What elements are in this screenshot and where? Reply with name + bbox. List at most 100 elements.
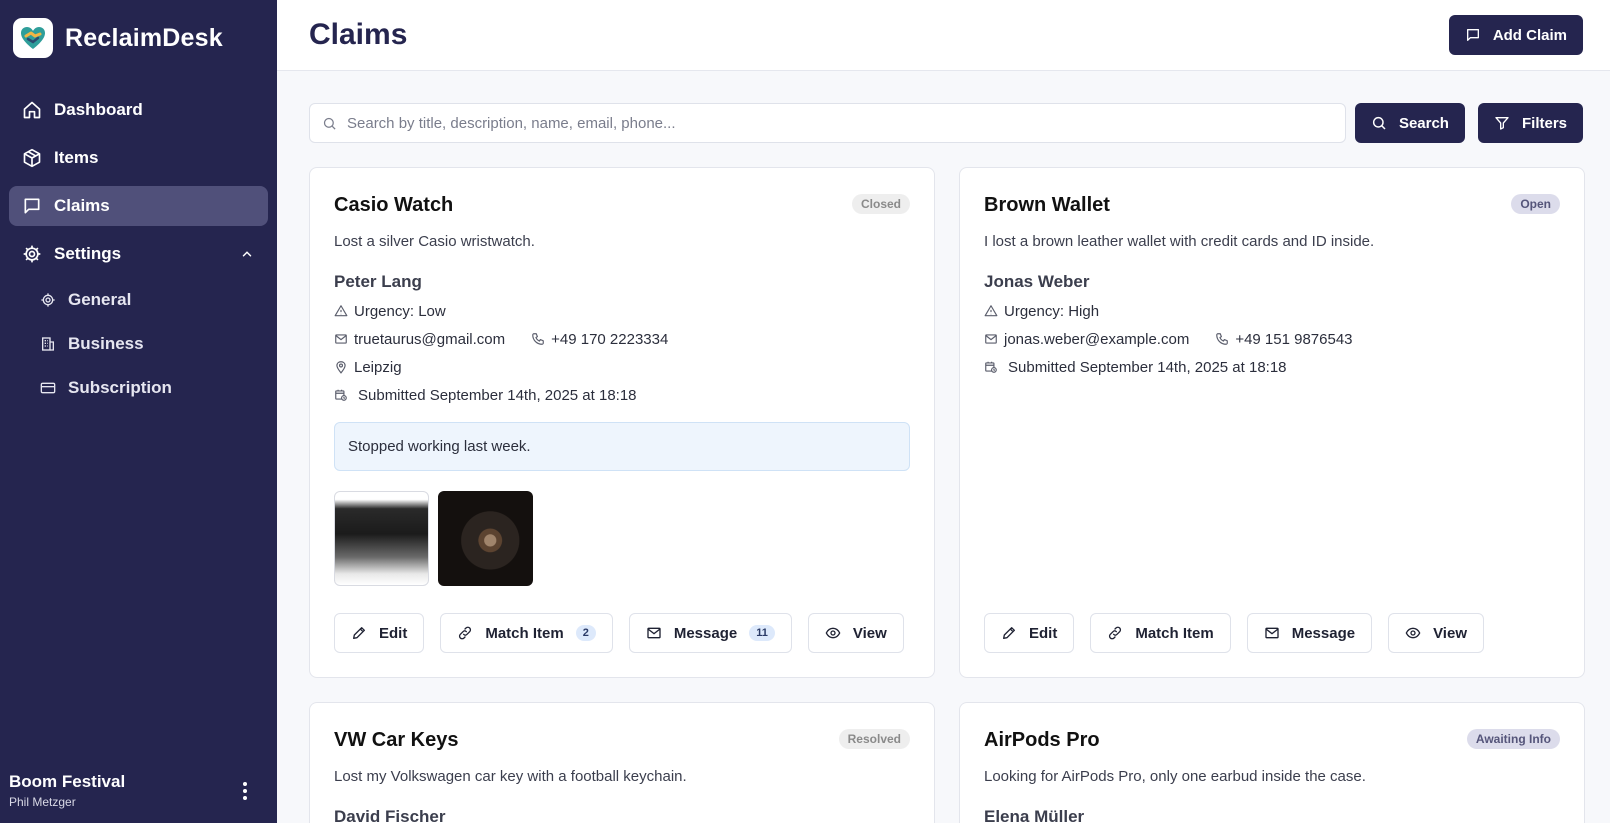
submitted-row: Submitted September 14th, 2025 at 18:18	[984, 358, 1560, 376]
status-badge: Resolved	[838, 729, 910, 749]
package-icon	[23, 148, 41, 168]
claim-title: AirPods Pro	[984, 729, 1100, 751]
filters-button[interactable]: Filters	[1477, 103, 1583, 143]
match-count-badge: 2	[575, 625, 596, 641]
sidebar-item-settings[interactable]: Settings	[9, 234, 268, 274]
credit-card-icon	[40, 382, 56, 394]
main-content: Claims Add Claim Search Filters Casio Wa…	[277, 0, 1610, 823]
home-icon	[23, 101, 41, 119]
claim-title: VW Car Keys	[334, 729, 459, 751]
claimant-name: David Fischer	[334, 807, 446, 823]
card-actions: Edit Match Item Message View	[984, 613, 1500, 653]
sidebar-nav: Dashboard Items Claims Settings General …	[0, 90, 277, 406]
mail-icon	[1265, 627, 1279, 639]
sidebar-item-subscription[interactable]: Subscription	[9, 370, 268, 406]
calendar-clock-icon	[335, 389, 347, 401]
brand-name: ReclaimDesk	[65, 23, 223, 52]
contact-row: truetaurus@gmail.com +49 170 2223334	[334, 330, 910, 348]
add-claim-button[interactable]: Add Claim	[1448, 15, 1583, 55]
org-name: Boom Festival	[9, 772, 126, 791]
sidebar-item-general[interactable]: General	[9, 282, 268, 318]
message-square-icon	[1466, 29, 1479, 41]
chevron-up-icon	[242, 251, 252, 257]
view-label: View	[852, 624, 887, 642]
mail-icon	[335, 334, 347, 344]
view-button[interactable]: View	[807, 613, 904, 653]
status-badge: Open	[1511, 194, 1560, 214]
status-badge: Awaiting Info	[1466, 729, 1560, 749]
edit-button[interactable]: Edit	[334, 613, 425, 653]
claim-title: Brown Wallet	[984, 194, 1110, 216]
page-title: Claims	[309, 18, 408, 51]
sidebar-item-business[interactable]: Business	[9, 326, 268, 362]
heart-handshake-logo-icon	[13, 18, 53, 58]
email-text[interactable]: truetaurus@gmail.com	[354, 331, 505, 348]
urgency-row: Urgency: Low	[334, 302, 910, 320]
submitted-row: Submitted September 14th, 2025 at 18:18	[334, 386, 910, 404]
submitted-text: Submitted September 14th, 2025 at 18:18	[358, 386, 637, 404]
claim-card: VW Car Keys Resolved Lost my Volkswagen …	[309, 702, 935, 823]
submitted-text: Submitted September 14th, 2025 at 18:18	[1008, 358, 1287, 376]
urgency-text: Urgency: Low	[354, 302, 446, 320]
photo-thumbnail[interactable]	[438, 491, 533, 586]
match-item-button[interactable]: Match Item 2	[440, 613, 613, 653]
sidebar-item-claims[interactable]: Claims	[9, 186, 268, 226]
edit-label: Edit	[379, 624, 408, 642]
match-item-label: Match Item	[485, 624, 564, 642]
search-box[interactable]	[309, 103, 1346, 143]
contact-row: jonas.weber@example.com +49 151 9876543	[984, 330, 1560, 348]
search-button-label: Search	[1398, 114, 1449, 132]
phone-icon	[1216, 333, 1229, 345]
pencil-icon	[1003, 627, 1015, 639]
search-row: Search Filters	[309, 103, 1583, 143]
link-icon	[1109, 626, 1122, 640]
gear-icon	[41, 293, 55, 307]
location-text: Leipzig	[354, 358, 402, 376]
topbar: Claims Add Claim	[277, 0, 1610, 71]
org-switcher[interactable]: Boom Festival Phil Metzger	[9, 772, 277, 809]
match-item-button[interactable]: Match Item	[1090, 613, 1231, 653]
mail-icon	[647, 627, 661, 639]
email-text[interactable]: jonas.weber@example.com	[1004, 331, 1189, 348]
urgency-text: Urgency: High	[1004, 302, 1100, 320]
search-icon	[1372, 116, 1386, 130]
photo-thumbnail[interactable]	[334, 491, 429, 586]
message-square-icon	[24, 198, 40, 214]
urgency-row: Urgency: High	[984, 302, 1560, 320]
phone-text[interactable]: +49 151 9876543	[1235, 331, 1352, 348]
filters-button-label: Filters	[1521, 114, 1567, 132]
claims-grid: Casio Watch Closed Lost a silver Casio w…	[309, 167, 1585, 823]
map-pin-icon	[336, 361, 346, 374]
claim-description: I lost a brown leather wallet with credi…	[984, 233, 1375, 250]
edit-button[interactable]: Edit	[984, 613, 1075, 653]
filter-icon	[1495, 117, 1509, 130]
sidebar-item-dashboard[interactable]: Dashboard	[9, 90, 268, 130]
calendar-clock-icon	[985, 361, 997, 373]
sidebar-item-items[interactable]: Items	[9, 138, 268, 178]
alert-triangle-icon	[334, 305, 348, 317]
claim-card: Brown Wallet Open I lost a brown leather…	[959, 167, 1585, 678]
eye-icon	[825, 627, 841, 639]
claim-description: Lost a silver Casio wristwatch.	[334, 233, 535, 250]
claimant-name: Jonas Weber	[984, 272, 1090, 291]
eye-icon	[1405, 627, 1421, 639]
search-button[interactable]: Search	[1354, 103, 1465, 143]
building-icon	[42, 337, 54, 351]
search-input[interactable]	[347, 114, 1345, 132]
claim-title: Casio Watch	[334, 194, 454, 216]
view-button[interactable]: View	[1388, 613, 1484, 653]
message-button[interactable]: Message	[1246, 613, 1373, 653]
alert-triangle-icon	[984, 305, 998, 317]
message-label: Message	[673, 624, 738, 642]
phone-text[interactable]: +49 170 2223334	[551, 331, 668, 348]
claim-card: AirPods Pro Awaiting Info Looking for Ai…	[959, 702, 1585, 823]
message-button[interactable]: Message 11	[628, 613, 792, 653]
sidebar-item-label: Dashboard	[54, 100, 143, 119]
sidebar-item-label: Claims	[54, 196, 110, 215]
match-item-label: Match Item	[1135, 624, 1214, 642]
link-icon	[459, 626, 472, 640]
brand[interactable]: ReclaimDesk	[0, 0, 277, 76]
more-vertical-icon[interactable]	[243, 782, 247, 803]
sidebar-item-label: Items	[54, 148, 99, 167]
message-label: Message	[1291, 624, 1356, 642]
